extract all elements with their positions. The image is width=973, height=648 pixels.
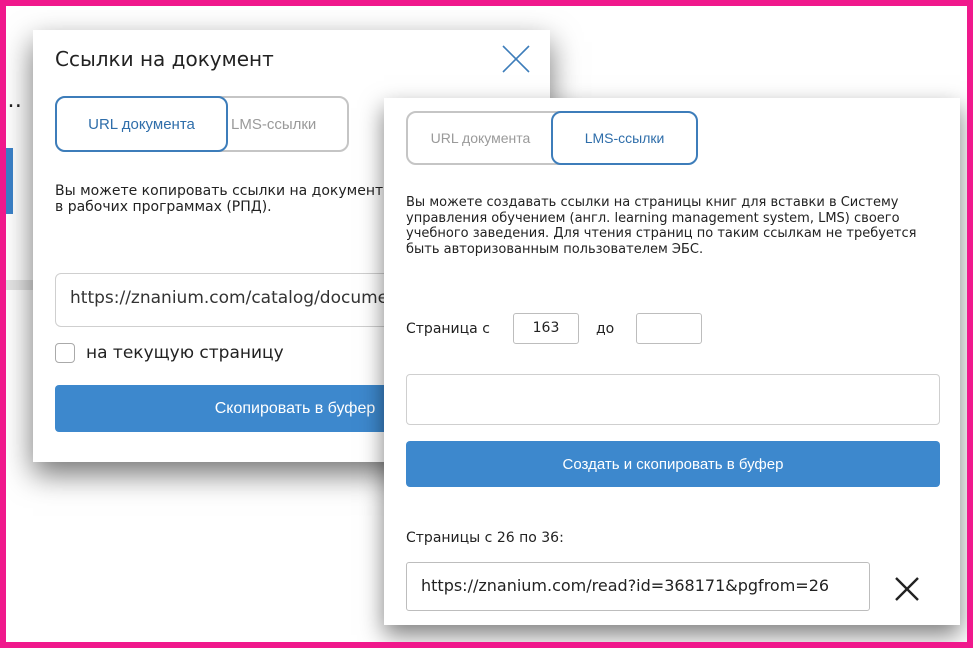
current-page-checkbox[interactable]	[55, 343, 75, 363]
page-to-input[interactable]	[636, 313, 702, 344]
tab-lms-links[interactable]: LMS-ссылки	[551, 111, 698, 165]
tab-document-url[interactable]: URL документа	[408, 113, 553, 163]
create-and-copy-button[interactable]: Создать и скопировать в буфер	[406, 441, 940, 487]
page-from-input[interactable]: 163	[513, 313, 579, 344]
close-icon[interactable]	[499, 42, 533, 76]
current-page-label[interactable]: на текущую страницу	[86, 343, 284, 363]
dialog-title: Ссылки на документ	[55, 47, 274, 71]
page-to-label: до	[596, 321, 615, 337]
tab-document-url[interactable]: URL документа	[55, 96, 228, 152]
link-type-tabs: LMS-ссылки URL документа	[55, 96, 349, 152]
background-gray-strip	[6, 280, 36, 290]
lms-link-field[interactable]: https://znanium.com/read?id=368171&pgfro…	[406, 562, 870, 611]
lms-links-dialog: URL документа LMS-ссылки Вы можете созда…	[384, 98, 960, 625]
generated-link-field[interactable]	[406, 374, 940, 425]
background-blue-bar	[6, 148, 13, 214]
page-from-label: Страница с	[406, 321, 490, 337]
close-icon[interactable]	[892, 574, 922, 604]
lms-description: Вы можете создавать ссылки на страницы к…	[406, 195, 917, 257]
page-range-label: Страницы с 26 по 36:	[406, 530, 564, 546]
link-type-tabs: URL документа LMS-ссылки	[406, 111, 698, 165]
tab-lms-links[interactable]: LMS-ссылки	[229, 98, 351, 150]
background-ellipsis: …	[0, 88, 22, 113]
